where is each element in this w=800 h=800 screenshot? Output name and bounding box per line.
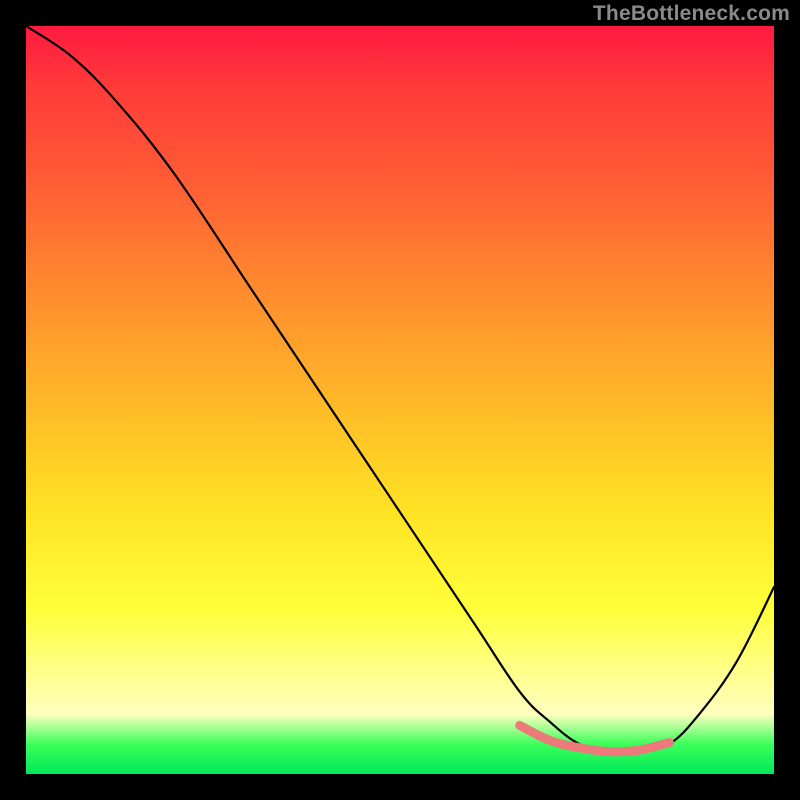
watermark-text: TheBottleneck.com xyxy=(593,2,790,26)
black-curve xyxy=(26,26,774,753)
plot-area xyxy=(26,26,774,774)
chart-svg xyxy=(26,26,774,774)
pink-trough xyxy=(520,725,670,751)
chart-frame: TheBottleneck.com xyxy=(0,0,800,800)
